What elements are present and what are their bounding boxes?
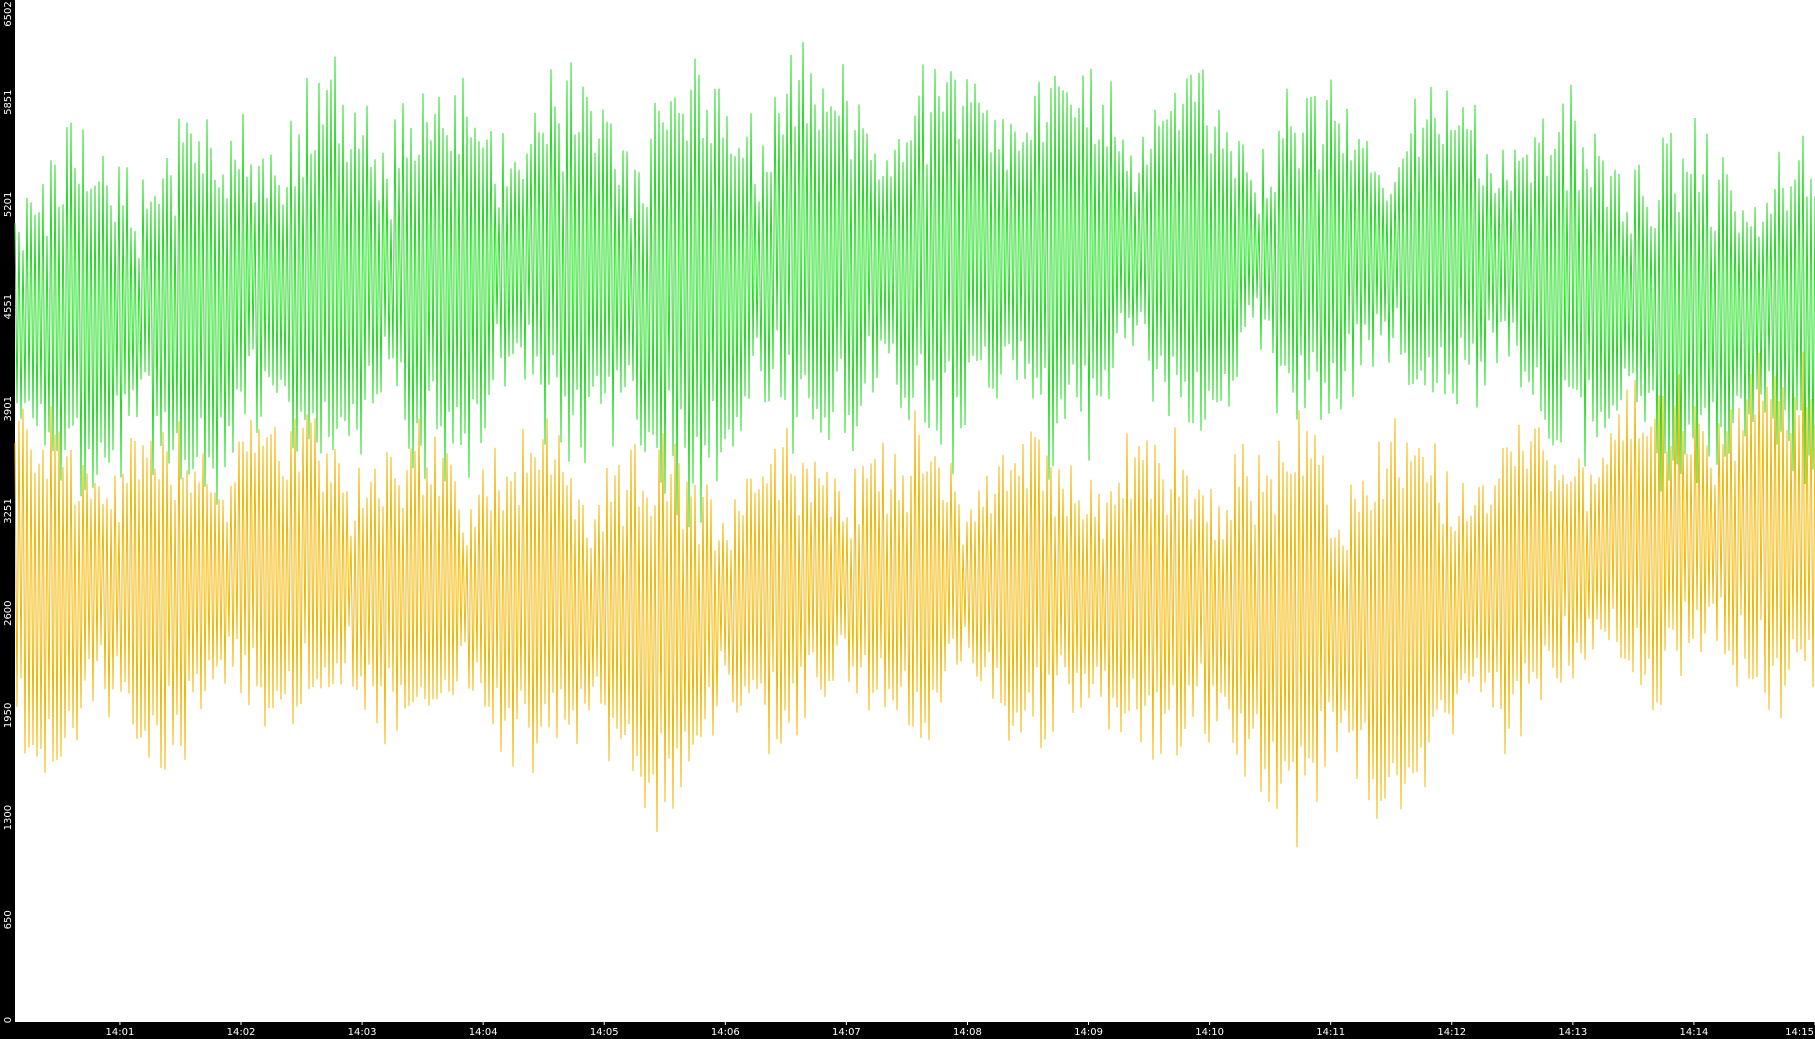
x-tick-label: 14:01 (106, 1027, 135, 1038)
y-tick-label: 5851 (3, 89, 14, 114)
x-axis: 14:01 14:02 14:03 14:04 14:05 14:06 14:07 14:08… (106, 1022, 1815, 1038)
y-tick-label: 5201 (3, 192, 14, 217)
x-tick-label: 14:05 (590, 1027, 619, 1038)
x-tick-label: 14:09 (1074, 1027, 1103, 1038)
x-tick-label: 14:14 (1680, 1027, 1709, 1038)
y-tick-label: 3901 (3, 396, 14, 421)
y-tick-label: 4551 (3, 294, 14, 319)
y-axis: 0 650 1300 1950 2600 3251 3901 4551 5201 5851 6502 (3, 1, 14, 1023)
chart-container: 0 650 1300 1950 2600 3251 3901 4551 5201 5851 6502… (0, 0, 1815, 1039)
y-tick-label: 1950 (3, 703, 14, 728)
x-tick-label: 14:07 (832, 1027, 861, 1038)
x-tick-label: 14:10 (1195, 1027, 1224, 1038)
chart-svg: 0 650 1300 1950 2600 3251 3901 4551 5201 5851 6502… (3, 0, 1815, 1038)
y-tick-label: 3251 (3, 498, 14, 523)
x-tick-label: 14:12 (1437, 1027, 1466, 1038)
y-tick-label: 650 (3, 910, 14, 929)
x-tick-label: 14:13 (1558, 1027, 1587, 1038)
x-tick-label: 14:06 (711, 1027, 740, 1038)
x-tick-label: 14:11 (1316, 1027, 1345, 1038)
x-tick-label: 14:03 (348, 1027, 377, 1038)
y-tick-label: 6502 (3, 1, 14, 26)
y-tick-label: 1300 (3, 805, 14, 830)
y-tick-label: 0 (3, 1017, 14, 1023)
y-tick-label: 2600 (3, 600, 14, 625)
x-tick-label: 14:08 (953, 1027, 982, 1038)
x-tick-label: 14:04 (469, 1027, 498, 1038)
x-tick-label: 14:02 (227, 1027, 256, 1038)
x-tick-label: 14:15 (1785, 1027, 1814, 1038)
